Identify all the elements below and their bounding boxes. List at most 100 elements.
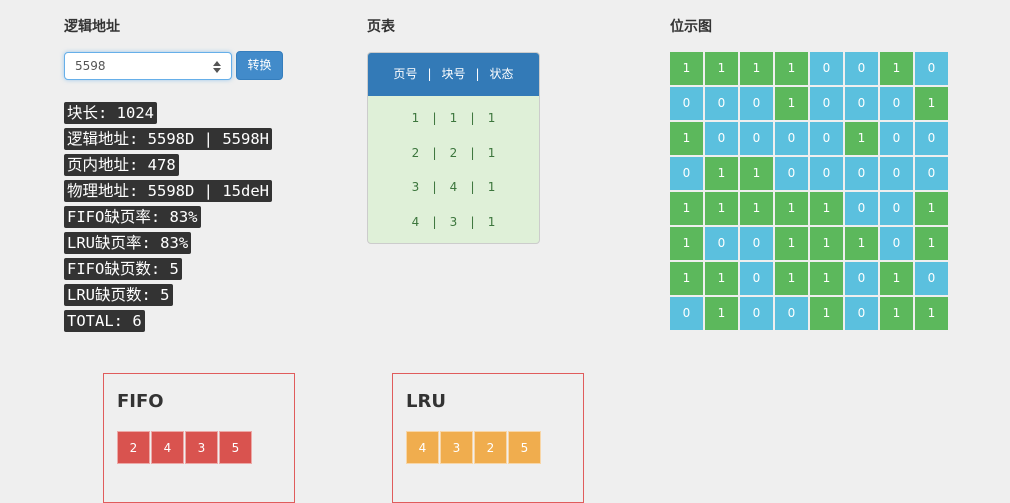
header-block-number: 块号 xyxy=(441,67,466,81)
bitmap-cell: 0 xyxy=(880,192,913,225)
bitmap-cell: 1 xyxy=(880,52,913,85)
spinner-down-icon[interactable] xyxy=(213,68,221,73)
page-table-header: 页号 | 块号 | 状态 xyxy=(368,53,539,96)
info-lru-fault-count: LRU缺页数: 5 xyxy=(64,284,173,306)
bitmap-cell: 0 xyxy=(775,122,808,155)
bitmap-cell: 0 xyxy=(845,87,878,120)
bitmap-cell: 0 xyxy=(845,262,878,295)
bitmap-cell: 0 xyxy=(810,157,843,190)
bitmap-cell: 0 xyxy=(880,157,913,190)
bitmap-cell: 0 xyxy=(670,87,703,120)
bitmap-cell: 1 xyxy=(880,262,913,295)
bitmap-cell: 0 xyxy=(880,122,913,155)
bitmap-cell: 1 xyxy=(775,52,808,85)
bitmap-cell: 1 xyxy=(670,52,703,85)
lru-block: 3 xyxy=(440,431,473,464)
bitmap-cell: 1 xyxy=(845,227,878,260)
info-list: 块长: 1024 逻辑地址: 5598D | 5598H 页内地址: 478 物… xyxy=(64,100,272,334)
info-fifo-fault-count: FIFO缺页数: 5 xyxy=(64,258,182,280)
bitmap-cell: 1 xyxy=(740,192,773,225)
table-row: 3 | 4 | 1 xyxy=(411,180,496,194)
bitmap-cell: 1 xyxy=(810,227,843,260)
bitmap-cell: 1 xyxy=(810,262,843,295)
bitmap-cell: 0 xyxy=(880,87,913,120)
bitmap-cell: 1 xyxy=(810,192,843,225)
fifo-block: 3 xyxy=(185,431,218,464)
bitmap-cell: 0 xyxy=(705,227,738,260)
lru-block: 5 xyxy=(508,431,541,464)
bitmap-cell: 1 xyxy=(705,262,738,295)
info-fifo-fault-rate: FIFO缺页率: 83% xyxy=(64,206,201,228)
bitmap-cell: 1 xyxy=(670,192,703,225)
bitmap-cell: 1 xyxy=(915,192,948,225)
bitmap-cell: 1 xyxy=(670,122,703,155)
bitmap-cell: 0 xyxy=(880,227,913,260)
bitmap-cell: 1 xyxy=(740,157,773,190)
bitmap-cell: 0 xyxy=(915,262,948,295)
table-row: 2 | 2 | 1 xyxy=(411,145,496,160)
convert-button[interactable]: 转换 xyxy=(236,51,283,80)
bitmap-cell: 1 xyxy=(705,297,738,330)
bitmap-cell: 0 xyxy=(845,52,878,85)
info-physical-address: 物理地址: 5598D | 15deH xyxy=(64,180,272,202)
bitmap-cell: 0 xyxy=(845,192,878,225)
bitmap-cell: 0 xyxy=(740,122,773,155)
info-block-length: 块长: 1024 xyxy=(64,102,157,124)
lru-title: LRU xyxy=(406,391,446,412)
table-row: 4 | 3 | 1 xyxy=(411,214,496,229)
logical-address-input[interactable] xyxy=(75,59,205,73)
bitmap-cell: 1 xyxy=(915,227,948,260)
table-row: 1 | 1 | 1 xyxy=(411,111,496,125)
bitmap-cell: 0 xyxy=(810,87,843,120)
fifo-blocks: 2435 xyxy=(117,431,252,464)
bitmap-cell: 1 xyxy=(670,227,703,260)
bitmap-cell: 0 xyxy=(775,297,808,330)
bitmap-cell: 1 xyxy=(880,297,913,330)
logical-address-input-wrap[interactable] xyxy=(64,52,232,80)
bitmap-grid: 1111001000010001100001000110000011111001… xyxy=(670,52,948,330)
bitmap-cell: 0 xyxy=(670,157,703,190)
bitmap-cell: 0 xyxy=(775,157,808,190)
lru-panel: LRU 4325 xyxy=(392,373,584,503)
header-page-number: 页号 xyxy=(393,67,418,81)
bitmap-title: 位示图 xyxy=(670,19,712,35)
page-table: 页号 | 块号 | 状态 1 | 1 | 1 2 | 2 | 1 3 | 4 | 1 4 | 3 | 1 xyxy=(367,52,540,244)
bitmap-cell: 0 xyxy=(915,157,948,190)
bitmap-cell: 1 xyxy=(915,87,948,120)
info-page-offset: 页内地址: 478 xyxy=(64,154,179,176)
bitmap-cell: 1 xyxy=(775,227,808,260)
info-lru-fault-rate: LRU缺页率: 83% xyxy=(64,232,192,254)
page-table-title: 页表 xyxy=(367,19,395,35)
header-status: 状态 xyxy=(489,67,514,81)
bitmap-cell: 0 xyxy=(705,87,738,120)
bitmap-cell: 1 xyxy=(705,192,738,225)
bitmap-cell: 0 xyxy=(740,262,773,295)
number-spinner[interactable] xyxy=(213,60,221,74)
spinner-up-icon[interactable] xyxy=(213,61,221,66)
fifo-block: 5 xyxy=(219,431,252,464)
bitmap-cell: 0 xyxy=(845,157,878,190)
bitmap-cell: 1 xyxy=(740,52,773,85)
bitmap-cell: 0 xyxy=(705,122,738,155)
lru-block: 4 xyxy=(406,431,439,464)
fifo-panel: FIFO 2435 xyxy=(103,373,295,503)
bitmap-cell: 1 xyxy=(810,297,843,330)
bitmap-cell: 0 xyxy=(915,122,948,155)
bitmap-cell: 1 xyxy=(775,87,808,120)
bitmap-cell: 0 xyxy=(915,52,948,85)
logical-address-title: 逻辑地址 xyxy=(64,19,120,35)
bitmap-cell: 1 xyxy=(845,122,878,155)
info-total: TOTAL: 6 xyxy=(64,310,145,332)
lru-blocks: 4325 xyxy=(406,431,541,464)
fifo-block: 4 xyxy=(151,431,184,464)
bitmap-cell: 0 xyxy=(810,52,843,85)
bitmap-cell: 0 xyxy=(740,297,773,330)
bitmap-cell: 1 xyxy=(775,192,808,225)
fifo-title: FIFO xyxy=(117,391,164,412)
bitmap-cell: 0 xyxy=(845,297,878,330)
info-logical-address: 逻辑地址: 5598D | 5598H xyxy=(64,128,272,150)
bitmap-cell: 0 xyxy=(740,87,773,120)
bitmap-cell: 0 xyxy=(810,122,843,155)
bitmap-cell: 1 xyxy=(915,297,948,330)
fifo-block: 2 xyxy=(117,431,150,464)
